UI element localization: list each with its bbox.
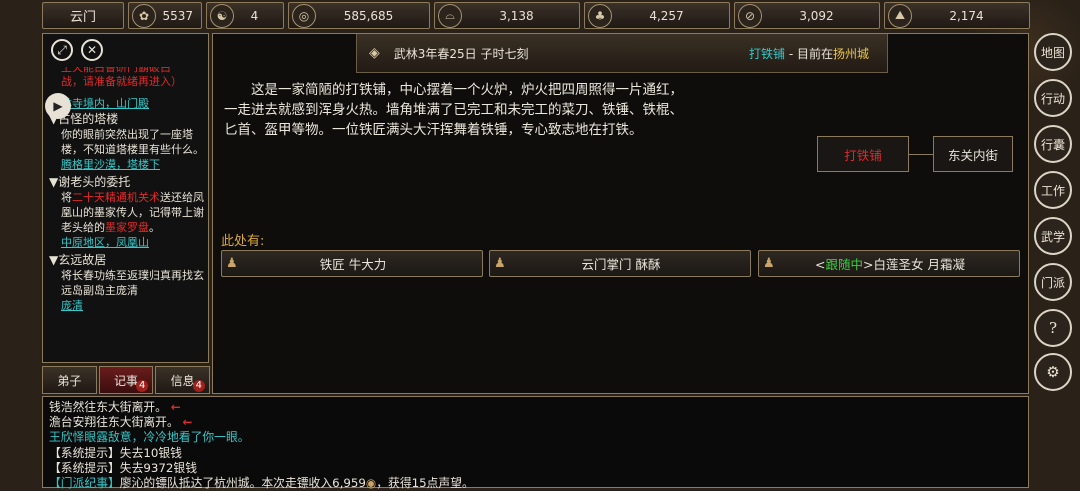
resource-value: 5537 (162, 8, 193, 23)
quest-partial-text: 上天能白鲁研门霸破白 (61, 67, 171, 74)
diamond-icon: ◈ (369, 45, 380, 61)
exit-connector (909, 154, 933, 155)
quest-sidebar: ⤢ ✕ 上天能白鲁研门霸破白 战，请准备就绪再进入） 林寺境内，山门殿 ▶ ▼古… (42, 33, 209, 363)
herb-icon: ♣ (588, 3, 612, 28)
person-icon: ♟ (494, 256, 506, 271)
resource-value: 585,685 (343, 8, 394, 23)
close-icon[interactable]: ✕ (81, 39, 103, 61)
exit-current[interactable]: 打铁铺 (817, 136, 909, 172)
log-line: 【门派纪事】廖沁的镖队抵达了杭州城。本次走镖收入6,959◉，获得15点声望。 (49, 476, 474, 491)
bag-button[interactable]: 行囊 (1034, 125, 1072, 163)
info-badge: 4 (192, 380, 206, 392)
tab-info[interactable]: 信息 4 (155, 366, 211, 394)
wood-icon: ⊘ (738, 3, 762, 28)
quest-title[interactable]: ▼古怪的塔楼 (49, 112, 207, 127)
scene-description: 这是一家简陋的打铁铺，中心摆着一个火炉，炉火把四周照得一片通红，一走进去就感到浑… (224, 82, 683, 138)
quest-desc: 将长春功练至返璞归真再找玄远岛副岛主庞清 (61, 269, 204, 297)
quest-location-link[interactable]: 腾格里沙漠，塔楼下 (49, 157, 207, 172)
phoenix-icon: ✿ (132, 3, 156, 28)
npc-button[interactable]: ♟ 铁匠 牛大力 (221, 250, 483, 277)
message-log[interactable]: 钱浩然往东大街离开。 ← 澹台安翔往东大街离开。 ← 王欣怿眼露敌意，冷冷地看了… (42, 396, 1029, 491)
here-label: 此处有: (221, 234, 265, 249)
game-date: 武林3年春25日 子时七刻 (393, 46, 529, 61)
quest-partial-text: 战，请准备就绪再进入） (61, 75, 182, 88)
journal-badge: 4 (135, 380, 149, 392)
resource-reputation[interactable]: ✿ 5537 (128, 2, 202, 29)
settings-icon[interactable]: ⚙ (1034, 353, 1072, 391)
map-button[interactable]: 地图 (1034, 33, 1072, 71)
person-icon: ♟ (763, 256, 775, 271)
sect-name-box[interactable]: 云门 (42, 2, 124, 29)
exit-east[interactable]: 东关内街 (933, 136, 1013, 172)
resource-value: 4 (250, 8, 259, 23)
sect-button[interactable]: 门派 (1034, 263, 1072, 301)
current-location: 打铁铺 - 目前在扬州城 (749, 46, 869, 61)
person-icon: ♟ (226, 256, 238, 271)
tab-disciples[interactable]: 弟子 (42, 366, 97, 394)
sidebar-tabs: 弟子 记事 4 信息 4 (42, 366, 211, 394)
log-line: 王欣怿眼露敌意，冷冷地看了你一眼。 (49, 430, 250, 445)
resource-value: 3,138 (499, 8, 534, 23)
ore-icon: ⛰ (888, 3, 912, 28)
scene-panel: ◈ 武林3年春25日 子时七刻 打铁铺 - 目前在扬州城 这是一家简陋的打铁铺，… (212, 33, 1029, 394)
quest-title[interactable]: ▼谢老头的委托 (49, 175, 207, 190)
resource-value: 4,257 (649, 8, 684, 23)
quest-location-link[interactable]: 庞清 (49, 298, 207, 313)
food-icon: ⌓ (438, 3, 462, 28)
quest-desc: 你的眼前突然出现了一座塔楼，不知道塔楼里有些什么。 (61, 128, 204, 156)
yinyang-icon: ☯ (210, 3, 234, 28)
resource-herb[interactable]: ♣ 4,257 (584, 2, 730, 29)
npc-button[interactable]: ♟ 云门掌门 酥酥 (489, 250, 751, 277)
resource-silver[interactable]: ◎ 585,685 (288, 2, 430, 29)
resource-value: 2,174 (949, 8, 984, 23)
martial-button[interactable]: 武学 (1034, 217, 1072, 255)
resource-bar: 云门 ✿ 5537 ☯ 4 ◎ 585,685 ⌓ 3,138 ♣ 4,257 … (42, 2, 1032, 30)
log-line: 【系统提示】失去10银钱 (49, 445, 182, 460)
log-line: 钱浩然往东大街离开。 ← (49, 400, 181, 414)
quest-desc: 将二十天精通机关术送还给凤凰山的墨家传人，记得带上谢老头给的墨家罗盘。 (61, 191, 204, 234)
tab-journal[interactable]: 记事 4 (98, 366, 154, 394)
quest-location-link[interactable]: 中原地区，凤凰山 (49, 235, 207, 250)
resource-food[interactable]: ⌓ 3,138 (434, 2, 580, 29)
npc-button[interactable]: ♟ <跟随中>白莲圣女 月霜凝 (758, 250, 1020, 277)
work-button[interactable]: 工作 (1034, 171, 1072, 209)
resource-wood[interactable]: ⊘ 3,092 (734, 2, 880, 29)
coin-icon: ◎ (292, 3, 316, 28)
resource-value: 3,092 (799, 8, 834, 23)
log-line: 澹台安翔往东大街离开。 ← (49, 415, 193, 430)
sect-name: 云门 (69, 10, 96, 25)
resource-yinyang[interactable]: ☯ 4 (206, 2, 284, 29)
help-icon[interactable]: ? (1034, 309, 1072, 347)
coin-icon: ◉ (365, 476, 377, 491)
location-header: ◈ 武林3年春25日 子时七刻 打铁铺 - 目前在扬州城 (356, 34, 888, 73)
quest-title[interactable]: ▼玄远故居 (49, 253, 207, 268)
expand-icon[interactable]: ⤢ (51, 39, 73, 61)
action-button[interactable]: 行动 (1034, 79, 1072, 117)
quest-location-link[interactable]: 林寺境内，山门殿 (61, 95, 149, 111)
resource-ore[interactable]: ⛰ 2,174 (884, 2, 1030, 29)
log-line: 【系统提示】失去9372银钱 (49, 460, 197, 475)
